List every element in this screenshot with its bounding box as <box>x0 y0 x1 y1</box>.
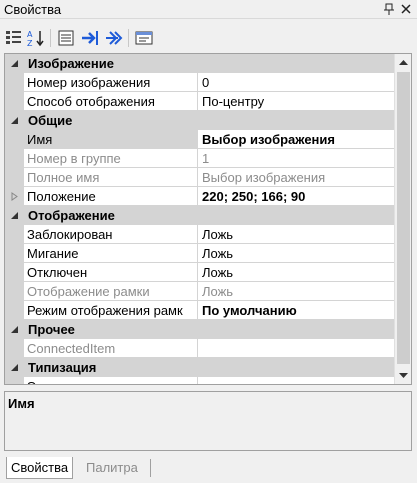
categorized-icon[interactable] <box>4 28 24 48</box>
vertical-scrollbar[interactable] <box>394 54 411 384</box>
tab-divider <box>150 459 151 477</box>
property-grid[interactable]: Изображение Номер изображения 0 Способ о… <box>4 53 412 385</box>
property-value: 1 <box>198 149 394 168</box>
property-row[interactable]: Положение 220; 250; 166; 90 <box>5 187 394 206</box>
property-name: Полное имя <box>24 168 198 187</box>
property-value[interactable]: Ложь <box>198 263 394 282</box>
property-row[interactable]: Мигание Ложь <box>5 244 394 263</box>
category-display[interactable]: Отображение <box>5 206 394 225</box>
property-name: Отображение рамки <box>24 282 198 301</box>
property-row[interactable]: Полное имя Выбор изображения <box>5 168 394 187</box>
category-label: Отображение <box>28 208 115 223</box>
properties-page-icon[interactable] <box>56 28 76 48</box>
collapse-icon[interactable] <box>10 325 19 334</box>
property-row[interactable]: Способ отображения По-центру <box>5 92 394 111</box>
property-name: Положение <box>24 187 198 206</box>
window-title: Свойства <box>4 2 62 17</box>
category-label: Изображение <box>28 56 114 71</box>
property-name: Отключен <box>24 263 198 282</box>
close-icon[interactable] <box>400 2 412 16</box>
collapse-icon[interactable] <box>10 116 19 125</box>
scroll-down-icon[interactable] <box>395 367 412 384</box>
property-row[interactable]: Заблокирован Ложь <box>5 225 394 244</box>
panel-tabs: Свойства Палитра <box>0 455 417 483</box>
property-name: Мигание <box>24 244 198 263</box>
property-name: Заблокирован <box>24 225 198 244</box>
description-title: Имя <box>8 396 35 411</box>
property-value[interactable]: По-центру <box>198 92 394 111</box>
property-row-selected[interactable]: Имя Выбор изображения <box>5 130 394 149</box>
category-general[interactable]: Общие <box>5 111 394 130</box>
property-name: Экземпляр <box>24 377 198 384</box>
property-row[interactable]: Отключен Ложь <box>5 263 394 282</box>
category-other[interactable]: Прочее <box>5 320 394 339</box>
category-typing[interactable]: Типизация <box>5 358 394 377</box>
property-value: Выбор изображения <box>198 168 394 187</box>
property-row[interactable]: Отображение рамки Ложь <box>5 282 394 301</box>
property-value[interactable] <box>198 377 394 384</box>
property-value[interactable]: Ложь <box>198 244 394 263</box>
category-label: Типизация <box>28 360 97 375</box>
property-value[interactable] <box>198 339 394 358</box>
pin-icon[interactable] <box>383 2 395 16</box>
expand-icon[interactable] <box>11 192 18 201</box>
tab-palette[interactable]: Палитра <box>82 457 142 479</box>
category-label: Общие <box>28 113 73 128</box>
property-pages-icon[interactable] <box>134 28 154 48</box>
collapse-icon[interactable] <box>10 59 19 68</box>
scroll-up-icon[interactable] <box>395 54 412 71</box>
property-value[interactable]: 220; 250; 166; 90 <box>198 187 394 206</box>
description-panel: Имя <box>4 391 412 451</box>
alphabetical-sort-icon[interactable]: AZ <box>26 28 46 48</box>
collapse-icon[interactable] <box>10 363 19 372</box>
property-value[interactable]: По умолчанию <box>198 301 394 320</box>
methods-icon[interactable] <box>104 28 124 48</box>
toolbar-separator <box>128 29 129 47</box>
property-row[interactable]: Режим отображения рамк По умолчанию <box>5 301 394 320</box>
property-name: Режим отображения рамк <box>24 301 198 320</box>
window-titlebar: Свойства <box>0 0 417 19</box>
toolbar-separator <box>50 29 51 47</box>
property-name: Способ отображения <box>24 92 198 111</box>
property-row[interactable]: Экземпляр <box>5 377 394 384</box>
property-value: Ложь <box>198 282 394 301</box>
tab-properties[interactable]: Свойства <box>6 457 74 479</box>
svg-text:Z: Z <box>27 39 33 48</box>
property-name: ConnectedItem <box>24 339 198 358</box>
scroll-thumb[interactable] <box>397 72 410 364</box>
svg-text:A: A <box>27 30 33 39</box>
property-name: Имя <box>24 130 198 149</box>
collapse-icon[interactable] <box>10 211 19 220</box>
events-icon[interactable] <box>80 28 100 48</box>
category-image[interactable]: Изображение <box>5 54 394 73</box>
property-value[interactable]: Ложь <box>198 225 394 244</box>
property-name: Номер изображения <box>24 73 198 92</box>
property-row[interactable]: Номер в группе 1 <box>5 149 394 168</box>
category-label: Прочее <box>28 322 75 337</box>
property-value[interactable]: 0 <box>198 73 394 92</box>
property-value[interactable]: Выбор изображения <box>198 130 394 149</box>
property-name: Номер в группе <box>24 149 198 168</box>
property-row[interactable]: ConnectedItem <box>5 339 394 358</box>
property-row[interactable]: Номер изображения 0 <box>5 73 394 92</box>
property-toolbar: AZ <box>0 24 417 52</box>
